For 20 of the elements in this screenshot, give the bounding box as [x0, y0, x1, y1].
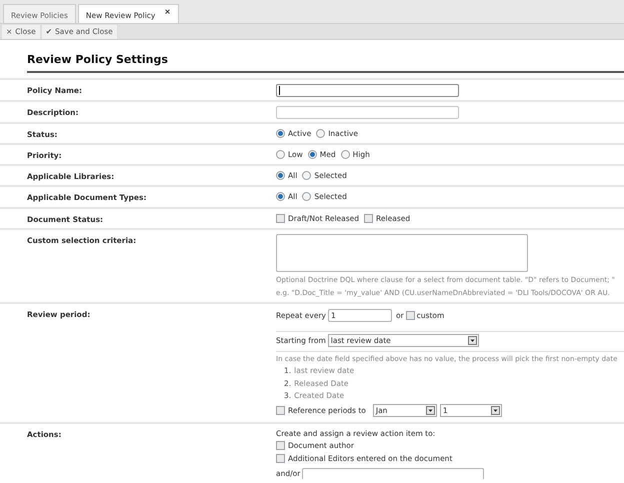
text-input[interactable]: [276, 84, 459, 96]
radio-button[interactable]: [302, 192, 312, 202]
text-input[interactable]: [276, 106, 459, 118]
checkbox[interactable]: [276, 214, 285, 223]
checkbox[interactable]: [276, 454, 285, 463]
checkbox[interactable]: [406, 310, 415, 320]
section-title: Review Policy Settings: [27, 53, 168, 66]
criteria-textarea[interactable]: [276, 234, 528, 272]
radio-button[interactable]: [308, 150, 317, 159]
checkbox[interactable]: [276, 441, 285, 450]
checkbox[interactable]: [276, 406, 285, 415]
radio-button[interactable]: [340, 150, 350, 159]
radio-button[interactable]: [276, 128, 285, 138]
radio-button[interactable]: [302, 171, 312, 180]
radio-button[interactable]: [276, 150, 285, 159]
radio-button[interactable]: [276, 192, 285, 202]
radio-button[interactable]: [316, 128, 326, 138]
text-input[interactable]: [302, 468, 484, 479]
radio-button[interactable]: [276, 171, 285, 180]
checkbox[interactable]: [364, 214, 374, 223]
